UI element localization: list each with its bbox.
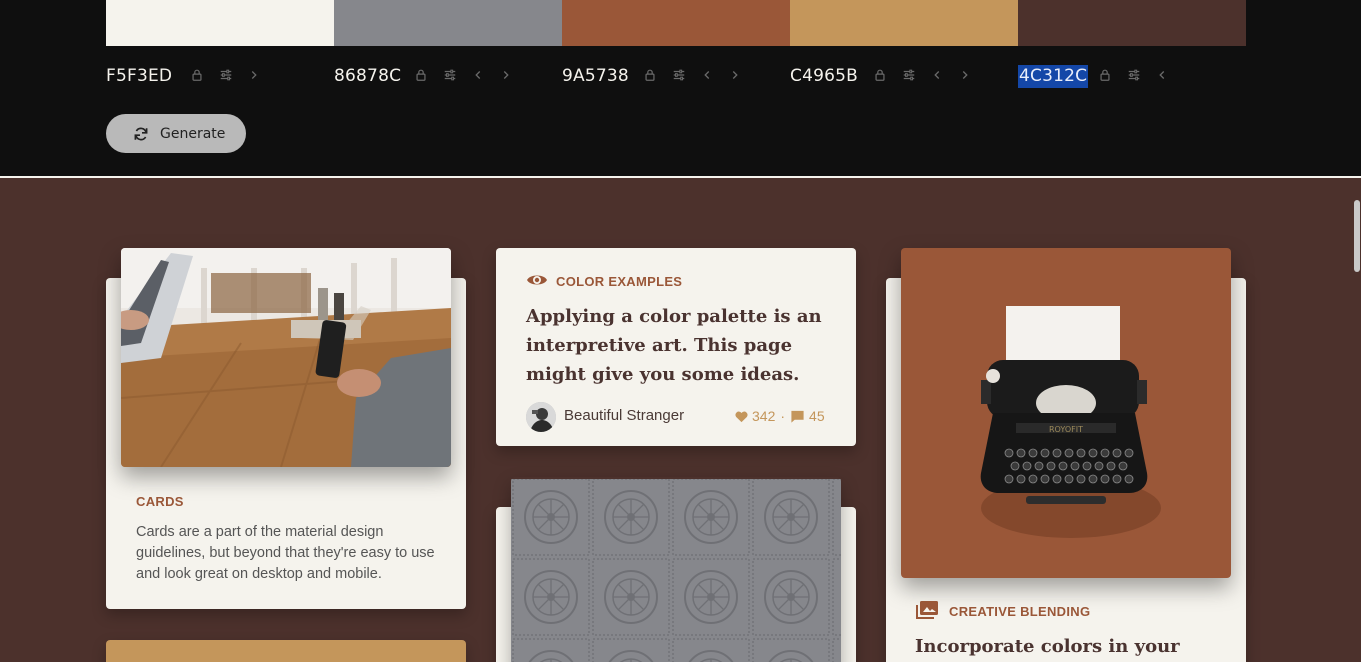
card-description: Cards are a part of the material design … [136, 524, 435, 582]
lock-icon[interactable] [872, 67, 888, 83]
swatch-2[interactable] [334, 0, 562, 46]
hex-label-2[interactable]: 86878C [334, 65, 401, 88]
chevron-right-icon[interactable] [246, 67, 262, 83]
separator: · [780, 408, 786, 424]
card-title[interactable]: Applying a color palette is an interpret… [526, 302, 831, 389]
images-icon [915, 600, 939, 620]
sliders-icon[interactable] [218, 67, 234, 83]
sliders-icon[interactable] [1126, 67, 1142, 83]
refresh-icon [133, 126, 149, 142]
sliders-icon[interactable] [442, 67, 458, 83]
author-name[interactable]: Beautiful Stranger [564, 407, 684, 424]
hex-label-4[interactable]: C4965B [790, 65, 858, 88]
chevron-right-icon[interactable] [957, 67, 973, 83]
sliders-icon[interactable] [671, 67, 687, 83]
cards-card-partial[interactable] [106, 640, 466, 662]
card-tag: CREATIVE BLENDING [949, 604, 1091, 619]
card-tag: CARDS [136, 494, 184, 509]
comment-icon[interactable] [790, 409, 805, 424]
sliders-icon[interactable] [901, 67, 917, 83]
chevron-left-icon[interactable] [699, 67, 715, 83]
comments-count: 45 [809, 408, 825, 424]
lock-icon[interactable] [413, 67, 429, 83]
card-title[interactable]: Incorporate colors in your [915, 632, 1215, 661]
swatch-5[interactable] [1018, 0, 1246, 46]
svg-text:ROYOFIT: ROYOFIT [1049, 425, 1083, 434]
lock-icon[interactable] [642, 67, 658, 83]
desk-photo [121, 248, 451, 467]
divider [0, 176, 1361, 178]
avatar[interactable] [526, 402, 556, 432]
chevron-left-icon[interactable] [929, 67, 945, 83]
scrollbar-thumb[interactable] [1354, 200, 1360, 272]
swatch-1[interactable] [106, 0, 334, 46]
heart-icon[interactable] [734, 409, 749, 424]
lock-icon[interactable] [189, 67, 205, 83]
hex-label-3[interactable]: 9A5738 [562, 65, 629, 88]
tile-pattern-image [511, 477, 841, 662]
eye-icon [526, 271, 548, 289]
lock-icon[interactable] [1097, 67, 1113, 83]
likes-count: 342 [752, 408, 776, 424]
chevron-left-icon[interactable] [470, 67, 486, 83]
generate-button[interactable]: Generate [106, 114, 246, 153]
generate-label: Generate [160, 125, 226, 142]
typewriter-photo: ROYOFIT [901, 248, 1231, 578]
hex-label-1[interactable]: F5F3ED [106, 65, 172, 88]
hex-label-5[interactable]: 4C312C [1018, 65, 1089, 88]
chevron-right-icon[interactable] [498, 67, 514, 83]
card-stats: 342 · 45 [734, 408, 825, 424]
chevron-right-icon[interactable] [727, 67, 743, 83]
swatch-3[interactable] [562, 0, 790, 46]
chevron-left-icon[interactable] [1154, 67, 1170, 83]
palette-bar: F5F3ED 86878C 9A5738 C4965B 4C312C Gener… [0, 0, 1361, 176]
swatch-4[interactable] [790, 0, 1018, 46]
scrollbar-track[interactable] [1353, 0, 1361, 662]
card-tag: COLOR EXAMPLES [556, 274, 683, 289]
